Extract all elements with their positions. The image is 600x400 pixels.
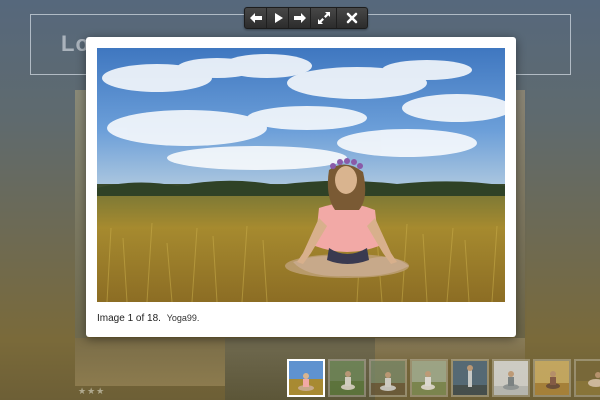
image-title: Yoga99. bbox=[166, 313, 200, 323]
close-icon bbox=[346, 12, 358, 24]
lightbox-toolbar bbox=[244, 7, 368, 29]
previous-button[interactable] bbox=[245, 8, 267, 28]
background-tile bbox=[375, 338, 525, 360]
fullscreen-icon bbox=[317, 12, 330, 24]
arrow-left-icon bbox=[249, 13, 262, 23]
next-button[interactable] bbox=[289, 8, 311, 28]
lightbox-image[interactable] bbox=[97, 48, 505, 302]
thumbnail-item[interactable] bbox=[328, 359, 366, 397]
thumbnail-item[interactable] bbox=[287, 359, 325, 397]
fullscreen-button[interactable] bbox=[311, 8, 337, 28]
arrow-right-icon bbox=[293, 13, 306, 23]
close-button[interactable] bbox=[337, 8, 367, 28]
thumbnail-item[interactable] bbox=[369, 359, 407, 397]
background-tile bbox=[75, 338, 225, 386]
thumbnail-item[interactable] bbox=[410, 359, 448, 397]
image-counter: Image 1 of 18. bbox=[97, 313, 161, 324]
background-tile bbox=[515, 90, 525, 340]
play-icon bbox=[274, 13, 283, 23]
thumbnail-item[interactable] bbox=[533, 359, 571, 397]
lightbox-dialog: Image 1 of 18. Yoga99. bbox=[86, 37, 516, 337]
thumbnail-item[interactable] bbox=[574, 359, 600, 397]
thumbnail-item[interactable] bbox=[451, 359, 489, 397]
image-caption: Image 1 of 18. Yoga99. bbox=[97, 313, 199, 324]
thumbnail-strip bbox=[287, 359, 600, 399]
play-slideshow-button[interactable] bbox=[267, 8, 289, 28]
background-rating-stars: ★★★ bbox=[78, 386, 106, 396]
thumbnail-item[interactable] bbox=[492, 359, 530, 397]
